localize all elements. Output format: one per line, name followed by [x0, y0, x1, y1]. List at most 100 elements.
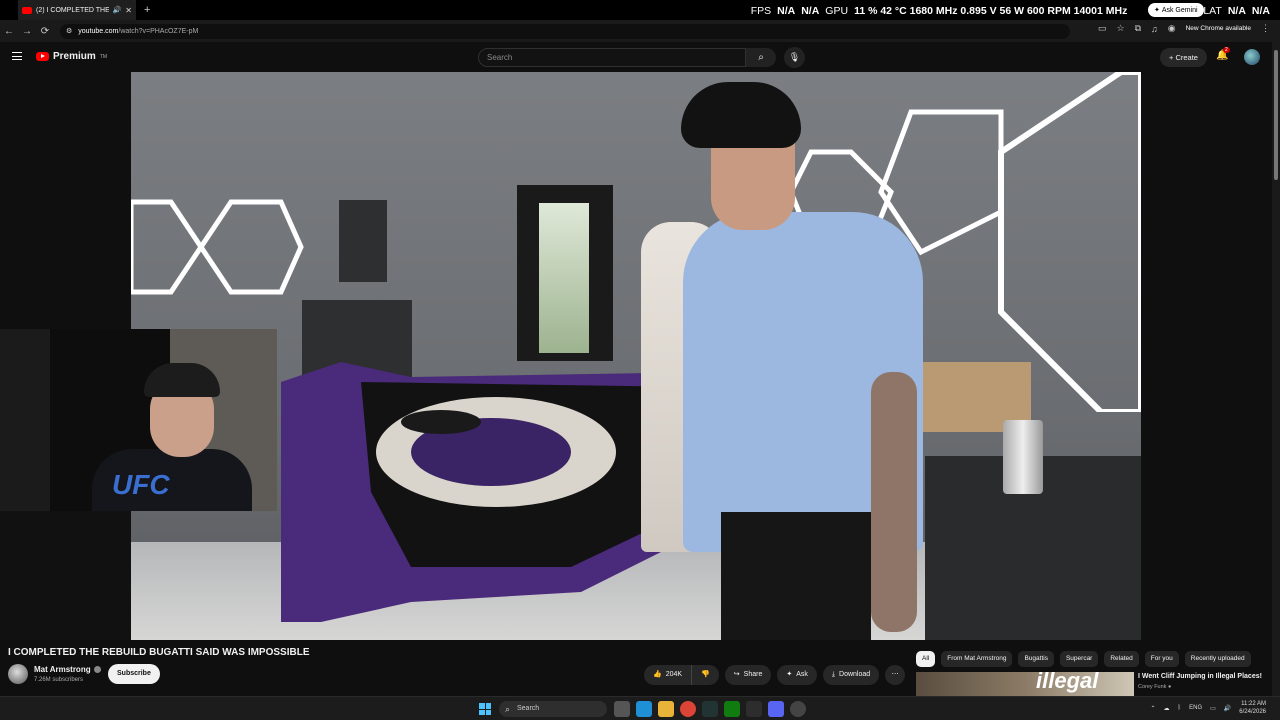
windows-start-icon[interactable] — [479, 703, 491, 715]
tab-title: (2) I COMPLETED THE REBUIL — [36, 6, 109, 14]
system-tray: ⌃ ☁ ᛒ ENG ▭ 🔊 11:22 AM 6/24/2026 — [1150, 700, 1266, 716]
browser-tab[interactable]: (2) I COMPLETED THE REBUIL 🔊 ✕ — [18, 0, 136, 20]
cast-icon[interactable]: ▭ — [1098, 23, 1107, 34]
cloud-icon[interactable]: ☁ — [1164, 705, 1170, 712]
recommendation-chips: All From Mat Armstrong Bugattis Supercar… — [916, 651, 1251, 667]
search-input[interactable]: Search — [478, 48, 746, 67]
lat-value-2: N/A — [1251, 5, 1270, 17]
edge-icon[interactable] — [636, 701, 652, 717]
account-avatar[interactable] — [1244, 49, 1260, 65]
reload-icon[interactable]: ⟳ — [36, 26, 54, 37]
ask-label: Ask — [796, 671, 808, 678]
clock-date: 6/24/2026 — [1239, 709, 1266, 715]
extensions-icon[interactable]: ⧉ — [1135, 23, 1141, 34]
youtube-header: Premium TM Search ⌕ 🎙 + Create 🔔 2 — [0, 42, 1280, 72]
chrome-icon[interactable] — [680, 701, 696, 717]
verified-icon — [93, 666, 101, 674]
channel-name-text: Mat Armstrong — [34, 665, 91, 674]
chrome-menu-icon[interactable]: ⋮ — [1261, 23, 1270, 34]
fps-value: N/A — [777, 5, 796, 17]
task-view-icon[interactable] — [614, 701, 630, 717]
ufc-shirt-logo: UFC — [112, 469, 170, 500]
new-tab-icon[interactable]: + — [144, 4, 150, 16]
video-actions: 👍 204K 👎 ↪ Share ✦ Ask ⤓ Download ⋯ — [644, 665, 906, 685]
volume-icon[interactable]: 🔊 — [1224, 705, 1231, 712]
settings-gear-icon[interactable] — [790, 701, 806, 717]
forward-icon[interactable]: → — [18, 26, 36, 37]
bluetooth-icon[interactable]: ᛒ — [1178, 705, 1182, 711]
site-info-icon[interactable]: ⚙ — [66, 27, 72, 35]
video-player[interactable] — [131, 72, 1141, 640]
taskbar-apps — [614, 701, 806, 717]
more-actions-icon[interactable]: ⋯ — [885, 665, 906, 685]
fps-label: FPS — [750, 5, 772, 17]
chip-for-you[interactable]: For you — [1144, 651, 1179, 667]
omnibox[interactable]: ⚙ youtube.com/watch?v=PHAcOZ7E-pM — [60, 23, 1070, 39]
drink-can — [1003, 420, 1043, 494]
lat-value: N/A — [1227, 5, 1246, 17]
download-icon: ⤓ — [831, 671, 836, 678]
download-button[interactable]: ⤓ Download — [822, 665, 880, 685]
presenter-arm — [871, 372, 917, 632]
speaker-icon[interactable]: 🔊 — [113, 6, 122, 14]
taskbar-search-input[interactable]: Search — [499, 701, 607, 717]
share-label: Share — [743, 671, 763, 678]
chip-bugattis[interactable]: Bugattis — [1018, 651, 1054, 667]
language-indicator[interactable]: ENG — [1189, 705, 1202, 711]
search-icon[interactable]: ⌕ — [746, 48, 776, 67]
logo-tm: TM — [99, 53, 108, 60]
like-button[interactable]: 👍 204K — [644, 665, 693, 685]
discord-icon[interactable] — [768, 701, 784, 717]
recommended-thumbnail[interactable]: illegal — [916, 672, 1134, 696]
new-chrome-available[interactable]: New Chrome available — [1186, 25, 1251, 32]
page-scrollbar[interactable] — [1272, 42, 1280, 696]
presenter-shorts — [721, 512, 871, 640]
recommended-channel: Corey Funk ● — [1138, 684, 1171, 690]
clock-time: 11:22 AM — [1241, 701, 1266, 707]
taskbar-clock[interactable]: 11:22 AM 6/24/2026 — [1239, 700, 1266, 716]
like-count: 204K — [665, 671, 683, 678]
bookmark-star-icon[interactable]: ☆ — [1116, 23, 1124, 34]
gpu-label: GPU — [825, 5, 849, 17]
media-icon[interactable]: ♫ — [1151, 24, 1158, 34]
left-margin-dark — [0, 511, 131, 640]
youtube-logo[interactable]: Premium TM — [36, 51, 107, 62]
share-button[interactable]: ↪ Share — [724, 665, 772, 685]
subscribe-button[interactable]: Subscribe — [108, 664, 160, 684]
media-app-icon[interactable] — [746, 701, 762, 717]
channel-avatar[interactable] — [8, 664, 28, 684]
file-explorer-icon[interactable] — [658, 701, 674, 717]
wall-panel — [339, 200, 387, 282]
share-icon: ↪ — [733, 671, 740, 678]
dislike-button[interactable]: 👎 — [692, 665, 719, 685]
ask-button[interactable]: ✦ Ask — [777, 665, 817, 685]
streamer-webcam: UFC — [0, 329, 277, 511]
xbox-icon[interactable] — [724, 701, 740, 717]
chip-from-channel[interactable]: From Mat Armstrong — [941, 651, 1013, 667]
chevron-up-icon[interactable]: ⌃ — [1150, 705, 1155, 712]
recommended-title[interactable]: I Went Cliff Jumping in Illegal Places! — [1138, 673, 1262, 680]
logo-text: Premium — [53, 51, 96, 62]
toolbar-right: ▭ ☆ ⧉ ♫ ◉ New Chrome available ⋮ — [1098, 23, 1270, 34]
chip-related[interactable]: Related — [1104, 651, 1139, 667]
chip-supercar[interactable]: Supercar — [1059, 651, 1099, 667]
thumbs-up-icon: 👍 — [653, 671, 662, 678]
chip-recently-uploaded[interactable]: Recently uploaded — [1184, 651, 1251, 667]
notifications-bell-icon[interactable]: 🔔 2 — [1216, 47, 1230, 61]
create-button[interactable]: + Create — [1160, 48, 1207, 67]
close-tab-icon[interactable]: ✕ — [125, 6, 132, 15]
ask-gemini-button[interactable]: ✦ Ask Gemini — [1148, 3, 1204, 17]
chip-all[interactable]: All — [916, 651, 936, 667]
network-icon[interactable]: ▭ — [1210, 705, 1216, 712]
terminal-icon[interactable] — [702, 701, 718, 717]
windows-taskbar: Search ⌃ ☁ ᛒ ENG ▭ 🔊 11:22 AM 6/24/2026 — [0, 696, 1280, 720]
scrollbar-thumb[interactable] — [1274, 50, 1278, 180]
hamburger-menu-icon[interactable] — [12, 52, 22, 60]
profile-icon[interactable]: ◉ — [1168, 23, 1176, 34]
channel-name[interactable]: Mat Armstrong — [34, 665, 101, 674]
url-text: youtube.com/watch?v=PHAcOZ7E-pM — [78, 28, 198, 35]
url-path: /watch?v=PHAcOZ7E-pM — [118, 27, 199, 35]
notification-badge: 2 — [1223, 47, 1230, 53]
back-icon[interactable]: ← — [0, 26, 18, 37]
microphone-icon[interactable]: 🎙 — [784, 47, 805, 68]
